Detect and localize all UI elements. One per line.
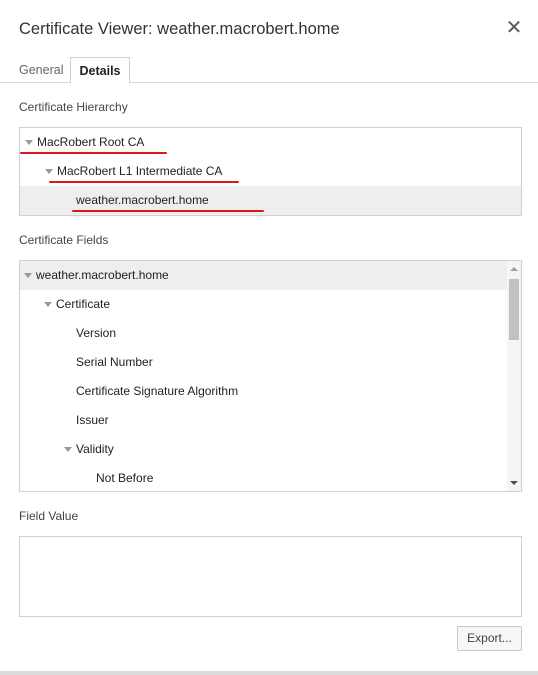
tab-general[interactable]: General [19,57,63,83]
expand-triangle-icon[interactable] [25,140,33,145]
fields-scrollbar[interactable] [507,261,521,491]
hierarchy-item-root-ca[interactable]: MacRobert Root CA [20,128,521,157]
field-item-issuer[interactable]: Issuer [20,406,507,435]
field-item-label: Serial Number [76,355,153,369]
dialog-bottom-edge [0,671,538,675]
scroll-down-arrow-icon[interactable] [510,481,518,485]
dialog-title: Certificate Viewer: weather.macrobert.ho… [19,20,340,38]
hierarchy-label: Certificate Hierarchy [19,100,128,114]
close-icon[interactable]: ✕ [502,16,526,40]
expand-triangle-icon[interactable] [45,169,53,174]
field-item-certificate[interactable]: Certificate [20,290,507,319]
field-item-label: Version [76,326,117,340]
annotation-underline [49,181,239,183]
annotation-underline [20,152,167,154]
field-item-label: Issuer [76,413,109,427]
field-item-label: Certificate [56,297,111,311]
expand-triangle-icon[interactable] [24,273,32,278]
field-item-serial-number[interactable]: Serial Number [20,348,507,377]
expand-triangle-icon[interactable] [44,302,52,307]
fields-label: Certificate Fields [19,233,109,247]
expand-triangle-icon[interactable] [64,447,72,452]
field-value-textarea[interactable] [19,536,522,617]
annotation-underline [72,210,264,212]
field-value-label: Field Value [19,509,79,523]
field-item-validity[interactable]: Validity [20,435,507,464]
field-item-root[interactable]: weather.macrobert.home [20,261,507,290]
field-item-label: weather.macrobert.home [36,268,169,282]
tab-bar: General Details [0,57,538,84]
export-button[interactable]: Export... [457,626,522,651]
hierarchy-item-intermediate-ca[interactable]: MacRobert L1 Intermediate CA [20,157,521,186]
certificate-fields-tree: weather.macrobert.home Certificate Versi… [19,260,522,492]
certificate-viewer-dialog: Certificate Viewer: weather.macrobert.ho… [0,0,538,675]
field-item-version[interactable]: Version [20,319,507,348]
hierarchy-item-leaf-cert[interactable]: weather.macrobert.home [20,186,521,215]
scroll-up-arrow-icon[interactable] [510,267,518,271]
field-item-label: Not Before [96,471,154,485]
field-item-not-before[interactable]: Not Before [20,464,507,491]
field-item-signature-algorithm[interactable]: Certificate Signature Algorithm [20,377,507,406]
field-item-label: Validity [76,442,114,456]
field-item-label: Certificate Signature Algorithm [76,384,239,398]
certificate-hierarchy-tree: MacRobert Root CA MacRobert L1 Intermedi… [19,127,522,216]
scrollbar-thumb[interactable] [509,279,519,340]
tab-details[interactable]: Details [70,57,130,84]
